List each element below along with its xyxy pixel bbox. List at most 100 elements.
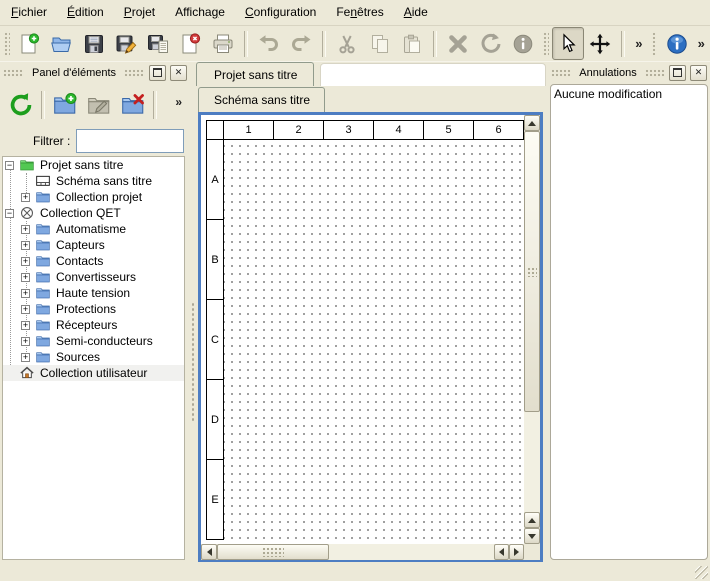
tree-item[interactable]: −Projet sans titre <box>3 157 184 173</box>
copy-button[interactable] <box>364 27 396 60</box>
menu-fichier[interactable]: Fichier <box>2 2 56 23</box>
refresh-button[interactable] <box>4 88 38 122</box>
scroll-left-button[interactable] <box>201 544 217 560</box>
scroll-up-button-2[interactable] <box>524 512 540 528</box>
tree-item[interactable]: +Contacts <box>3 253 184 269</box>
scroll-up-button[interactable] <box>524 115 540 131</box>
menu-aide[interactable]: Aide <box>395 2 437 23</box>
menu-fenetres[interactable]: Fenêtres <box>327 2 392 23</box>
tree-item[interactable]: +Sources <box>3 349 184 365</box>
expander-plus-icon[interactable]: + <box>21 257 30 266</box>
clear-filter-icon[interactable] <box>6 130 27 151</box>
menu-affichage[interactable]: Affichage <box>166 2 234 23</box>
dock-grip[interactable] <box>3 69 24 77</box>
dock-grip[interactable] <box>551 69 571 77</box>
filter-label: Filtrer : <box>33 134 70 148</box>
expander-plus-icon[interactable]: + <box>21 337 30 346</box>
horizontal-scroll-thumb[interactable] <box>217 544 329 560</box>
expander-plus-icon[interactable]: + <box>21 289 30 298</box>
info-gray-button[interactable] <box>507 27 539 60</box>
open-document-button[interactable] <box>45 27 77 60</box>
menu-projet[interactable]: Projet <box>115 2 164 23</box>
tree-item[interactable]: −Collection QET <box>3 205 184 221</box>
select-arrow-button[interactable] <box>552 27 584 60</box>
vertical-scrollbar[interactable] <box>524 115 540 544</box>
info-blue-button[interactable] <box>660 27 692 60</box>
new-category-button[interactable] <box>48 88 82 122</box>
scroll-track[interactable] <box>329 544 494 560</box>
schema-canvas[interactable]: 123456ABCDE <box>201 115 524 544</box>
empty-tab-area <box>320 63 546 86</box>
resize-grip[interactable] <box>695 566 708 579</box>
move-button[interactable] <box>584 27 616 60</box>
tree-item[interactable]: +Semi-conducteurs <box>3 333 184 349</box>
row-header-cell: B <box>206 219 224 300</box>
tree-item[interactable]: +Convertisseurs <box>3 269 184 285</box>
refresh-icon <box>8 92 34 118</box>
delete-category-button[interactable] <box>116 88 150 122</box>
menu-configuration[interactable]: Configuration <box>236 2 325 23</box>
paste-button[interactable] <box>396 27 428 60</box>
panel-toolbar-overflow-button[interactable]: » <box>175 95 182 109</box>
tree-item[interactable]: Collection utilisateur <box>3 365 184 381</box>
edit-category-button[interactable] <box>82 88 116 122</box>
expander-plus-icon[interactable]: + <box>21 241 30 250</box>
save-all-button[interactable] <box>142 27 174 60</box>
filter-input[interactable] <box>76 129 184 153</box>
expander-minus-icon[interactable]: − <box>5 161 14 170</box>
edit-category-icon <box>86 92 112 118</box>
float-panel-button[interactable] <box>669 65 686 81</box>
redo-button[interactable] <box>285 27 317 60</box>
save-button[interactable] <box>77 27 109 60</box>
delete-button[interactable] <box>442 27 474 60</box>
expander-plus-icon[interactable]: + <box>21 273 30 282</box>
cut-button[interactable] <box>331 27 363 60</box>
toolbar-separator <box>433 31 437 57</box>
close-panel-button[interactable]: ✕ <box>690 65 707 81</box>
delete-category-icon <box>120 92 146 118</box>
close-file-button[interactable] <box>174 27 206 60</box>
horizontal-scrollbar[interactable] <box>201 544 524 560</box>
print-button[interactable] <box>207 27 239 60</box>
tab-project[interactable]: Projet sans titre <box>196 62 314 86</box>
save-as-button[interactable] <box>110 27 142 60</box>
undo-button[interactable] <box>253 27 285 60</box>
scroll-left-button-2[interactable] <box>494 544 509 560</box>
rotate-button[interactable] <box>474 27 506 60</box>
dock-grip[interactable] <box>645 69 665 77</box>
new-document-button[interactable] <box>13 27 45 60</box>
tree-item[interactable]: +Haute tension <box>3 285 184 301</box>
tree-item[interactable]: +Collection projet <box>3 189 184 205</box>
undo-history-item[interactable]: Aucune modification <box>554 86 704 103</box>
menu-edition[interactable]: Édition <box>58 2 113 23</box>
tree-item[interactable]: +Automatisme <box>3 221 184 237</box>
scroll-right-button[interactable] <box>509 544 524 560</box>
close-panel-button[interactable]: ✕ <box>170 65 187 81</box>
tree-item[interactable]: Schéma sans titre <box>3 173 184 189</box>
folder-blue-icon <box>35 269 51 285</box>
expander-plus-icon[interactable]: + <box>21 225 30 234</box>
tree-item[interactable]: +Récepteurs <box>3 317 184 333</box>
toolbar-overflow-button[interactable]: » <box>693 30 710 58</box>
expander-minus-icon[interactable]: − <box>5 209 14 218</box>
undo-panel-title: Annulations <box>575 67 641 79</box>
expander-plus-icon[interactable]: + <box>21 321 30 330</box>
elements-panel-titlebar[interactable]: Panel d'éléments ✕ <box>0 62 190 83</box>
scroll-down-button[interactable] <box>524 528 540 544</box>
tree-item[interactable]: +Capteurs <box>3 237 184 253</box>
toolbar-handle[interactable] <box>542 31 549 57</box>
toolbar-handle[interactable] <box>651 31 658 57</box>
tab-schema-label: Schéma sans titre <box>214 93 310 107</box>
tree-item[interactable]: +Protections <box>3 301 184 317</box>
toolbar-overflow-button[interactable]: » <box>630 30 647 58</box>
vertical-scroll-thumb[interactable] <box>524 131 540 412</box>
float-panel-button[interactable] <box>149 65 166 81</box>
scroll-track[interactable] <box>524 412 540 512</box>
undo-panel-titlebar[interactable]: Annulations ✕ <box>548 62 710 83</box>
dock-grip[interactable] <box>124 69 145 77</box>
expander-plus-icon[interactable]: + <box>21 353 30 362</box>
toolbar-handle[interactable] <box>3 31 10 57</box>
tab-schema[interactable]: Schéma sans titre <box>198 87 325 112</box>
expander-plus-icon[interactable]: + <box>21 193 30 202</box>
expander-plus-icon[interactable]: + <box>21 305 30 314</box>
